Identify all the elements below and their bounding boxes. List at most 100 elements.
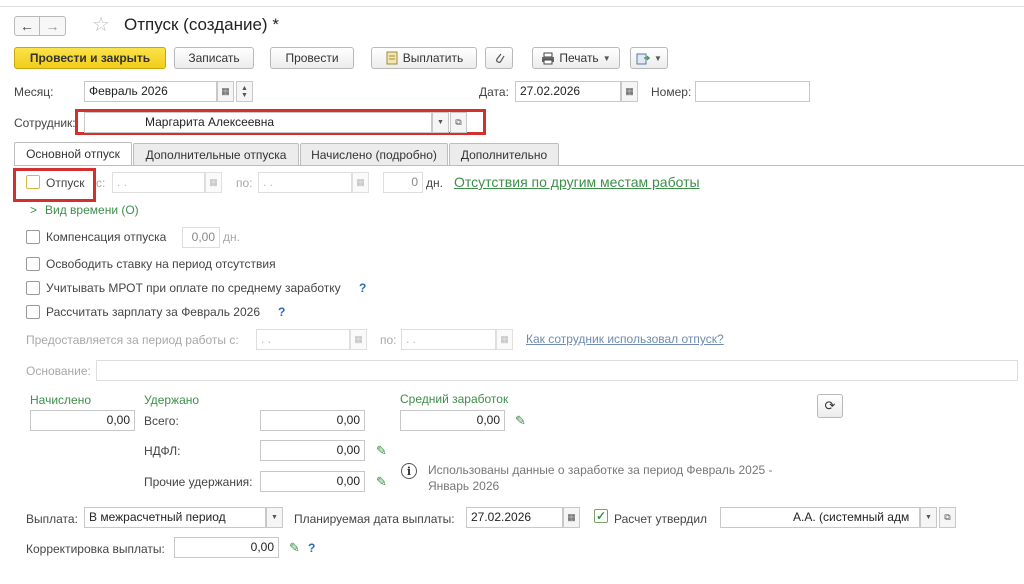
- free-rate-label: Освободить ставку на период отсутствия: [46, 257, 276, 271]
- accrued-field[interactable]: 0,00: [30, 410, 135, 431]
- back-button[interactable]: ←: [14, 16, 40, 36]
- basis-field[interactable]: [96, 360, 1018, 381]
- calendar-icon[interactable]: ▦: [621, 81, 638, 102]
- calendar-icon[interactable]: ▦: [217, 81, 234, 102]
- payment-field[interactable]: В межрасчетный период: [84, 507, 266, 528]
- employee-field[interactable]: Маргарита Алексеевна: [84, 112, 432, 133]
- forward-button[interactable]: →: [40, 16, 66, 36]
- approved-checkbox[interactable]: ✓: [594, 509, 608, 523]
- calendar-icon[interactable]: ▦: [205, 172, 222, 193]
- tab-divider: [14, 165, 1024, 166]
- refresh-button[interactable]: ⟳: [817, 394, 843, 418]
- pencil-icon[interactable]: ✎: [376, 474, 387, 490]
- time-kind-link[interactable]: Вид времени (О): [45, 203, 139, 217]
- chevron-right-icon[interactable]: >: [30, 203, 37, 217]
- open-link-icon[interactable]: ⧉: [450, 112, 467, 133]
- chevron-down-icon: ▼: [654, 53, 662, 63]
- month-label: Месяц:: [14, 85, 54, 99]
- spin-down-icon[interactable]: ▼: [241, 92, 248, 99]
- vacation-checkbox[interactable]: [26, 175, 40, 189]
- avg-earnings-header: Средний заработок: [400, 392, 509, 406]
- post-and-close-label: Провести и закрыть: [29, 51, 151, 65]
- save-label: Записать: [188, 51, 240, 65]
- pay-button[interactable]: Выплатить: [371, 47, 477, 69]
- number-field[interactable]: [695, 81, 810, 102]
- dropdown-arrow-icon[interactable]: ▼: [920, 507, 937, 528]
- tab-accrued-detailed[interactable]: Начислено (подробно): [300, 143, 448, 165]
- chevron-down-icon: ▼: [602, 53, 611, 63]
- help-icon[interactable]: ?: [308, 541, 315, 555]
- post-button[interactable]: Провести: [270, 47, 354, 69]
- calendar-icon[interactable]: ▦: [563, 507, 580, 528]
- favorite-star-icon[interactable]: ☆: [92, 15, 110, 35]
- tab-additional-vacations[interactable]: Дополнительные отпуска: [133, 143, 299, 165]
- free-rate-checkbox[interactable]: [26, 257, 40, 271]
- tab-additional[interactable]: Дополнительно: [449, 143, 559, 165]
- calc-salary-label: Рассчитать зарплату за Февраль 2026: [46, 305, 260, 319]
- arrow-left-icon: ←: [20, 18, 34, 34]
- correction-field[interactable]: 0,00: [174, 537, 279, 558]
- period-from-field[interactable]: . .: [256, 329, 350, 350]
- employee-label: Сотрудник:: [14, 116, 76, 130]
- vacation-usage-link[interactable]: Как сотрудник использовал отпуск?: [526, 332, 724, 346]
- document-actions-icon: [636, 53, 651, 64]
- tab-main-vacation[interactable]: Основной отпуск: [14, 142, 132, 165]
- info-icon: i: [401, 463, 417, 479]
- pay-document-icon: [386, 51, 398, 65]
- tab-label: Дополнительно: [460, 147, 548, 162]
- help-icon[interactable]: ?: [278, 305, 285, 319]
- avg-earnings-field[interactable]: 0,00: [400, 410, 505, 431]
- period-to-field[interactable]: . .: [401, 329, 496, 350]
- help-icon[interactable]: ?: [359, 281, 366, 295]
- vacation-days-field[interactable]: 0: [383, 172, 423, 193]
- more-actions-button[interactable]: ▼: [630, 47, 668, 69]
- vacation-to-field[interactable]: . .: [258, 172, 352, 193]
- date-field[interactable]: 27.02.2026: [515, 81, 621, 102]
- approved-by-field[interactable]: А.А. (системный адм: [720, 507, 920, 528]
- info-note-line1: Использованы данные о заработке за перио…: [428, 463, 773, 477]
- top-divider: [0, 6, 1024, 7]
- save-button[interactable]: Записать: [174, 47, 254, 69]
- compensation-days-field[interactable]: 0,00: [182, 227, 220, 248]
- calc-salary-checkbox[interactable]: [26, 305, 40, 319]
- total-label: Всего:: [144, 414, 179, 428]
- month-spinner[interactable]: ▲ ▼: [236, 81, 253, 102]
- print-button[interactable]: Печать ▼: [532, 47, 620, 69]
- approved-label: Расчет утвердил: [614, 512, 708, 526]
- period-to-label: по:: [380, 333, 397, 347]
- printer-icon: [542, 52, 555, 64]
- pencil-icon[interactable]: ✎: [289, 540, 300, 556]
- accrued-header: Начислено: [30, 393, 92, 407]
- other-workplaces-link[interactable]: Отсутствия по другим местам работы: [454, 174, 700, 190]
- open-link-icon[interactable]: ⧉: [939, 507, 956, 528]
- calendar-icon[interactable]: ▦: [352, 172, 369, 193]
- vacation-label: Отпуск: [46, 176, 85, 190]
- tab-label: Начислено (подробно): [311, 147, 437, 162]
- dropdown-arrow-icon[interactable]: ▼: [266, 507, 283, 528]
- compensation-checkbox[interactable]: [26, 230, 40, 244]
- tab-label: Основной отпуск: [26, 147, 120, 161]
- vacation-from-label: с:: [96, 176, 106, 190]
- vacation-days-unit: дн.: [426, 176, 443, 190]
- ndfl-field[interactable]: 0,00: [260, 440, 365, 461]
- post-and-close-button[interactable]: Провести и закрыть: [14, 47, 166, 69]
- month-field[interactable]: Февраль 2026: [84, 81, 217, 102]
- spin-up-icon[interactable]: ▲: [241, 85, 248, 92]
- post-label: Провести: [285, 51, 339, 65]
- print-label: Печать: [559, 51, 599, 65]
- mrot-checkbox[interactable]: [26, 281, 40, 295]
- pencil-icon[interactable]: ✎: [515, 413, 526, 429]
- paperclip-icon: [496, 53, 505, 63]
- dropdown-arrow-icon[interactable]: ▼: [432, 112, 449, 133]
- total-withheld-field[interactable]: 0,00: [260, 410, 365, 431]
- calendar-icon[interactable]: ▦: [496, 329, 513, 350]
- other-withholdings-field[interactable]: 0,00: [260, 471, 365, 492]
- other-withholdings-label: Прочие удержания:: [144, 475, 253, 489]
- arrow-right-icon: →: [45, 18, 60, 34]
- pencil-icon[interactable]: ✎: [376, 443, 387, 459]
- planned-date-field[interactable]: 27.02.2026: [466, 507, 563, 528]
- payment-label: Выплата:: [26, 512, 78, 526]
- calendar-icon[interactable]: ▦: [350, 329, 367, 350]
- attach-button[interactable]: [485, 47, 513, 69]
- vacation-from-field[interactable]: . .: [112, 172, 205, 193]
